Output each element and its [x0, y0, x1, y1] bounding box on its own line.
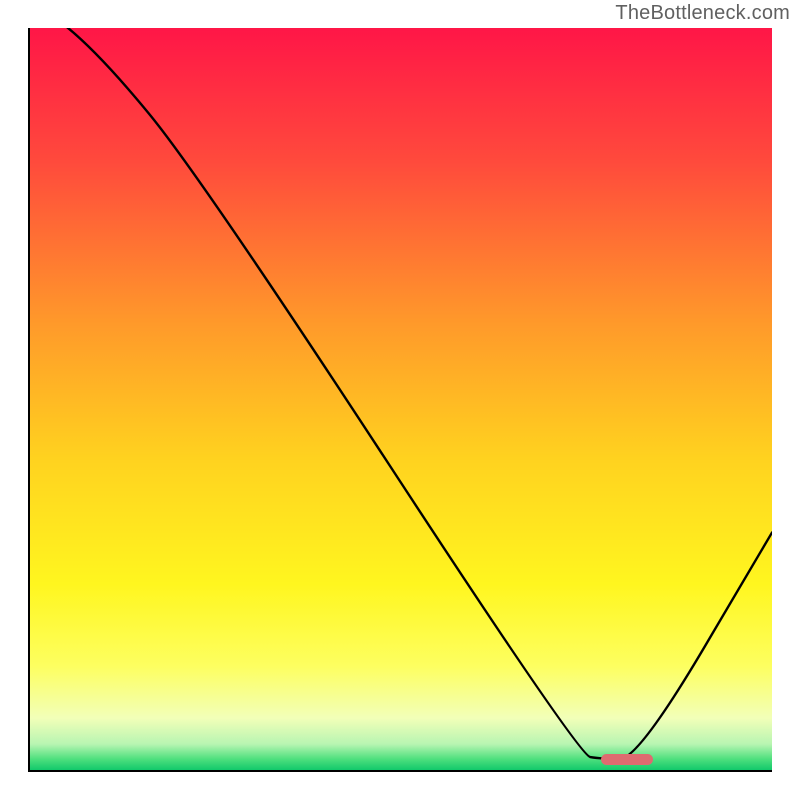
bottleneck-curve [30, 28, 772, 770]
optimal-marker [601, 754, 653, 765]
chart-plot-area [28, 28, 772, 772]
attribution-text: TheBottleneck.com [615, 2, 790, 25]
